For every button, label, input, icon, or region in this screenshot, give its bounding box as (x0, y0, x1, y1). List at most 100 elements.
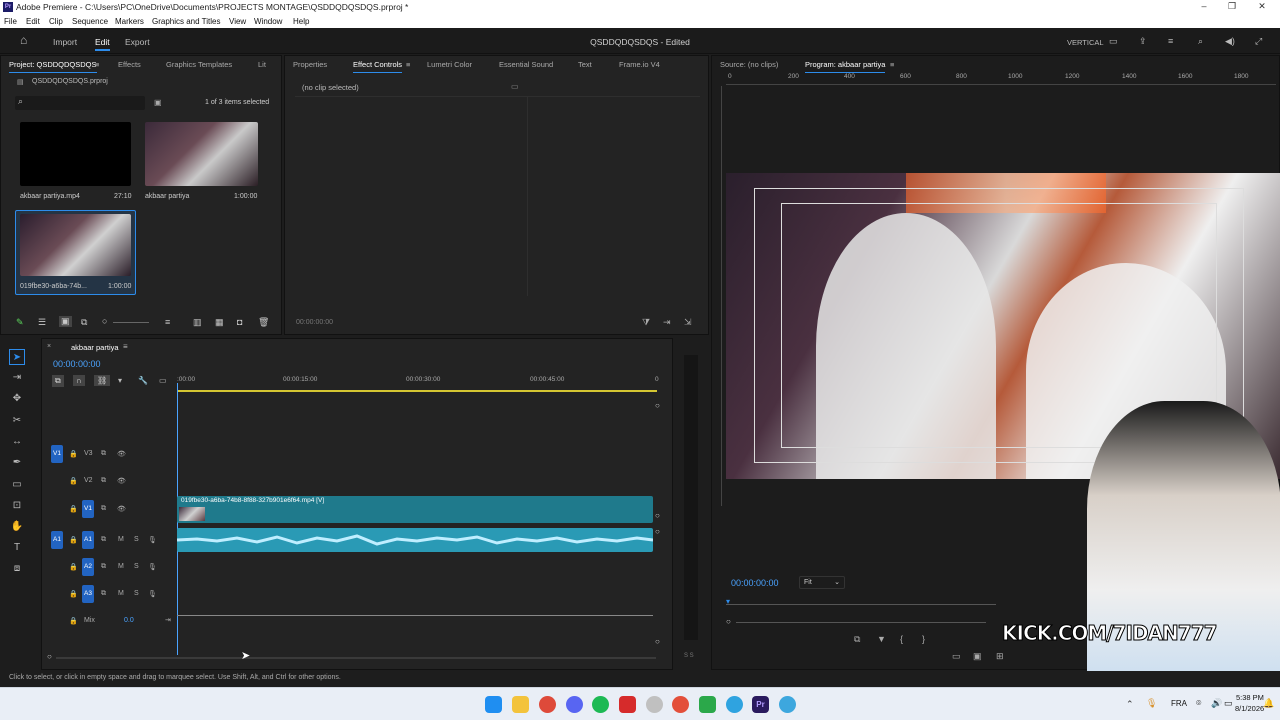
program-menu-icon[interactable]: ≡ (890, 60, 894, 69)
find-icon[interactable]: ▦ (215, 317, 224, 328)
mute-button[interactable]: M (118, 536, 124, 543)
minimize-button[interactable]: – (1194, 1, 1214, 11)
menu-graphics-titles[interactable]: Graphics and Titles (152, 17, 220, 26)
menu-help[interactable]: Help (293, 17, 309, 26)
work-area-bar[interactable] (177, 390, 657, 392)
hand-tool-icon[interactable]: ✋ (9, 519, 25, 535)
clock-time[interactable]: 5:38 PM (1236, 693, 1264, 702)
lock-icon[interactable]: 🔒 (69, 536, 78, 544)
lock-icon[interactable]: 🔒 (69, 563, 78, 571)
lock-icon[interactable]: 🔒 (69, 505, 78, 513)
snap-icon[interactable]: ∩ (73, 375, 85, 386)
mark-out-icon[interactable]: } (922, 634, 925, 644)
effect-timecode[interactable]: 00:00:00:00 (296, 319, 333, 326)
vertical-scroll-handle-icon[interactable]: ○ (655, 527, 660, 536)
menu-view[interactable]: View (229, 17, 246, 26)
go-to-end-icon[interactable]: ⇥ (165, 616, 171, 624)
fit-dropdown[interactable]: Fit ⌄ (799, 576, 845, 589)
language-indicator[interactable]: FRA (1171, 699, 1187, 708)
frame-tool-icon[interactable]: ⊡ (9, 498, 25, 514)
new-bin-icon[interactable]: ▣ (154, 98, 162, 107)
pencil-icon[interactable]: ✎ (16, 317, 24, 328)
track-label[interactable]: A3 (82, 585, 94, 603)
tab-graphics-templates[interactable]: Graphics Templates (166, 60, 232, 69)
menu-edit[interactable]: Edit (26, 17, 40, 26)
eye-icon[interactable]: 👁 (117, 477, 126, 485)
zoom-handle-icon[interactable]: ○ (726, 617, 731, 626)
notification-icon[interactable]: 🔔 (1263, 698, 1274, 709)
app-icon[interactable] (619, 696, 636, 713)
lock-icon[interactable]: 🔒 (69, 590, 78, 598)
new-item-icon[interactable]: ◘ (237, 317, 242, 327)
wifi-icon[interactable]: ⌾ (1196, 698, 1201, 709)
lock-icon[interactable]: 🔒 (69, 450, 78, 458)
monitor-scrubber[interactable] (726, 604, 996, 605)
menu-window[interactable]: Window (254, 17, 282, 26)
track-select-tool-icon[interactable]: ⇥ (9, 370, 25, 386)
media-thumbnail[interactable] (20, 122, 131, 186)
workspace-panel-icon[interactable]: ▭ (1109, 36, 1118, 47)
menu-markers[interactable]: Markers (115, 17, 144, 26)
trash-icon[interactable]: 🗑 (258, 317, 269, 328)
settings-icon[interactable] (646, 696, 663, 713)
sync-lock-icon[interactable]: ⧉ (101, 590, 106, 598)
tab-properties[interactable]: Properties (293, 60, 327, 69)
source-patch-a1[interactable]: A1 (51, 531, 63, 549)
track-label[interactable]: A1 (82, 531, 94, 549)
sync-lock-icon[interactable]: ⧉ (101, 536, 106, 544)
spotify-icon[interactable] (592, 696, 609, 713)
zoom-scrollbar[interactable] (736, 622, 986, 623)
razor-tool-icon[interactable]: ✂ (9, 413, 25, 429)
search-input[interactable]: ⌕ (15, 96, 145, 110)
type-tool-icon[interactable]: T (9, 540, 25, 556)
maximize-button[interactable]: ❐ (1222, 1, 1242, 12)
tab-essential-sound[interactable]: Essential Sound (499, 60, 553, 69)
lock-icon[interactable]: 🔒 (69, 477, 78, 485)
effect-menu-icon[interactable]: ≡ (406, 60, 410, 69)
clock-date[interactable]: 8/1/2026 (1235, 704, 1264, 713)
mic-icon[interactable]: 🎙 (148, 563, 157, 571)
mute-button[interactable]: M (118, 590, 124, 597)
export-icon[interactable]: ⇲ (684, 317, 692, 328)
battery-icon[interactable]: ▭ (1224, 698, 1233, 709)
linked-selection-icon[interactable]: ⛓ (94, 375, 111, 386)
track-label[interactable]: V2 (84, 477, 93, 484)
solo-meter-label[interactable]: S S (684, 653, 694, 659)
menu-file[interactable]: File (4, 17, 17, 26)
close-sequence-icon[interactable]: × (47, 343, 51, 350)
tab-text[interactable]: Text (578, 60, 592, 69)
sync-lock-icon[interactable]: ⧉ (101, 505, 106, 513)
discord-icon[interactable] (566, 696, 583, 713)
solo-button[interactable]: S (134, 563, 139, 570)
sort-icon[interactable]: ≡ (165, 317, 170, 327)
audio-clip[interactable] (177, 528, 653, 552)
project-menu-icon[interactable]: ≡ (95, 60, 99, 69)
workspace-label[interactable]: VERTICAL (1067, 38, 1104, 47)
horizontal-scroll-handle-icon[interactable]: ○ (47, 652, 52, 661)
premiere-taskbar-icon[interactable]: Pr (752, 696, 769, 713)
track-label[interactable]: A2 (82, 558, 94, 576)
add-marker-icon[interactable]: ▾ (118, 376, 122, 385)
eye-icon[interactable]: 👁 (117, 450, 126, 458)
mic-icon[interactable]: 🎙 (148, 536, 157, 544)
mic-tray-icon[interactable]: 🎙 (1146, 698, 1157, 709)
filter-icon[interactable]: ⧩ (642, 317, 650, 328)
tab-lumetri-color[interactable]: Lumetri Color (427, 60, 472, 69)
slip-tool-icon[interactable]: ↔ (9, 434, 25, 450)
sync-lock-icon[interactable]: ⧉ (101, 563, 106, 571)
selection-tool-icon[interactable]: ➤ (9, 349, 25, 365)
lift-icon[interactable]: ⧉ (854, 634, 860, 645)
game-icon[interactable] (699, 696, 716, 713)
export-frame-icon[interactable]: ▣ (973, 651, 982, 662)
automate-icon[interactable]: ▥ (193, 317, 202, 328)
search-icon[interactable]: ⌕ (1198, 36, 1203, 47)
tab-program[interactable]: Program: akbaar partiya (805, 60, 886, 73)
icon-view-icon[interactable]: ▣ (59, 316, 72, 327)
telegram-icon[interactable] (779, 696, 796, 713)
tab-source[interactable]: Source: (no clips) (720, 60, 778, 69)
mute-button[interactable]: M (118, 563, 124, 570)
nest-icon[interactable]: ⧉ (52, 375, 64, 387)
pen-tool-icon[interactable]: ✒ (9, 455, 25, 471)
vertical-scroll-handle-icon[interactable]: ○ (655, 511, 660, 520)
sequence-thumbnail[interactable] (145, 122, 258, 186)
